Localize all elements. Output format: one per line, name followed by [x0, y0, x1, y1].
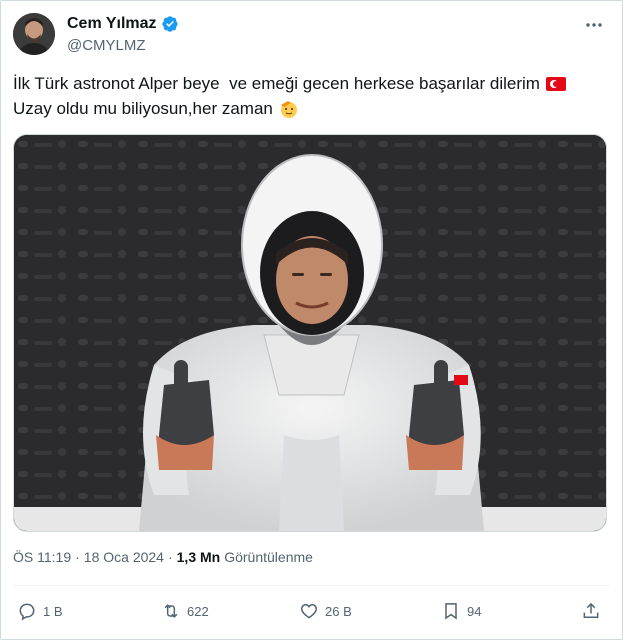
reply-button[interactable]: 1 B [17, 597, 63, 625]
like-button[interactable]: 26 B [299, 597, 352, 625]
views-label: Görüntülenme [224, 549, 313, 565]
tweet-text-line-2: Uzay oldu mu biliyosun,her zaman [13, 96, 613, 121]
author-handle[interactable]: @CMYLMZ [67, 37, 146, 54]
heart-icon [301, 603, 317, 619]
more-options-icon[interactable] [584, 15, 604, 35]
retweet-button[interactable]: 622 [161, 597, 209, 625]
author-display-name[interactable]: Cem Yılmaz [67, 15, 157, 33]
tweet-line-2: Uzay oldu mu biliyosun,her zaman [13, 99, 273, 118]
tweet-meta: ÖS 11:19 · 18 Oca 2024 · 1,3 Mn Görüntül… [13, 549, 313, 565]
astronaut-photo [14, 135, 606, 531]
tweet-date[interactable]: 18 Oca 2024 [84, 549, 164, 565]
verified-badge-icon [161, 16, 178, 32]
meta-separator: · [75, 549, 80, 565]
avatar[interactable] [13, 13, 55, 55]
tweet-media-image[interactable] [13, 134, 607, 532]
like-count: 26 B [325, 603, 352, 619]
share-icon [583, 602, 599, 618]
divider [13, 585, 610, 586]
tweet-actions-bar: 1 B 622 26 B 94 [13, 597, 611, 625]
tweet-text: İlk Türk astronot Alper beye ve emeği ge… [13, 71, 613, 121]
retweet-icon [164, 604, 178, 618]
tweet-card: Cem Yılmaz @CMYLMZ İlk Türk astronot Alp… [0, 0, 623, 640]
meta-separator: · [167, 549, 173, 565]
saluting-face-icon [280, 100, 297, 118]
bookmark-icon [445, 603, 457, 620]
views-count: 1,3 Mn [176, 549, 221, 565]
avatar-image [13, 13, 55, 55]
tweet-time[interactable]: ÖS 11:19 [13, 549, 71, 565]
tweet-text-line-1: İlk Türk astronot Alper beye ve emeği ge… [13, 71, 613, 96]
bookmark-count: 94 [467, 603, 482, 619]
share-button[interactable] [581, 597, 601, 625]
tweet-line-1: İlk Türk astronot Alper beye ve emeği ge… [13, 74, 540, 93]
author-name-row: Cem Yılmaz [67, 15, 179, 33]
retweet-count: 622 [187, 603, 209, 619]
reply-count: 1 B [43, 603, 63, 619]
turkey-flag-icon [545, 76, 566, 91]
bookmark-button[interactable]: 94 [441, 597, 481, 625]
reply-icon [19, 603, 35, 621]
